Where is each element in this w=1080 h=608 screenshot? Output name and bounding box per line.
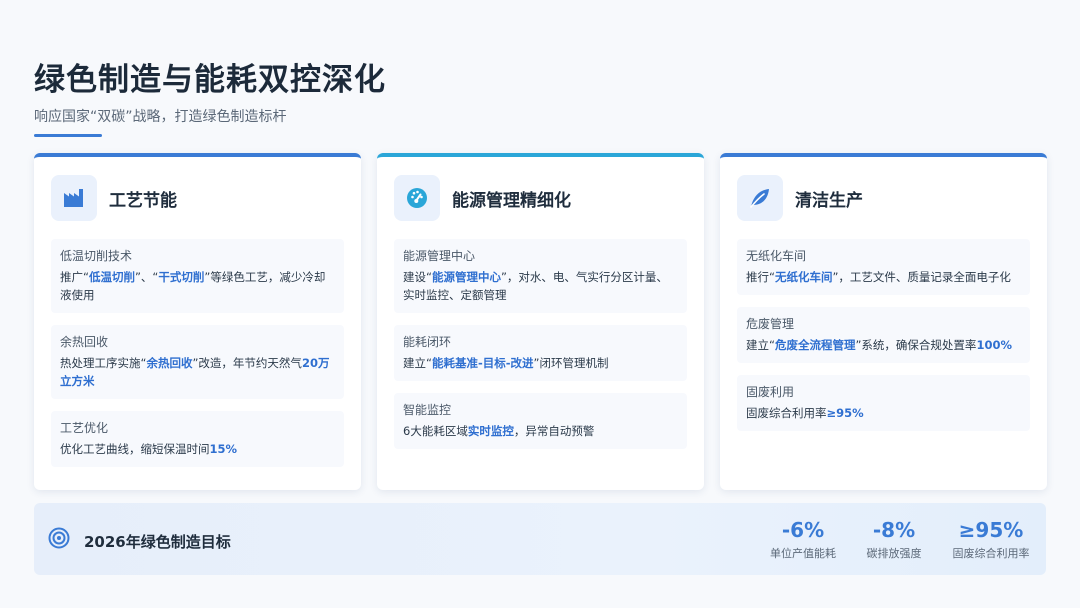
item-desc: 建设“能源管理中心”，对水、电、气实行分区计量、实时监控、定额管理 <box>403 268 678 304</box>
list-item: 能耗闭环 建立“能耗基准-目标-改进”闭环管理机制 <box>394 325 687 381</box>
text-segment: ，异常自动预警 <box>513 424 595 438</box>
metric-label: 单位产值能耗 <box>770 547 836 560</box>
text-segment: ”，工艺文件、质量记录全面电子化 <box>832 270 1011 284</box>
card-energy-management: 能源管理精细化 能源管理中心 建设“能源管理中心”，对水、电、气实行分区计量、实… <box>377 153 704 490</box>
list-item: 无纸化车间 推行“无纸化车间”，工艺文件、质量记录全面电子化 <box>737 239 1030 295</box>
item-desc: 热处理工序实施“余热回收”改造，年节约天然气20万立方米 <box>60 354 335 390</box>
factory-icon <box>51 175 97 221</box>
item-label: 无纸化车间 <box>746 249 807 263</box>
metric-label: 固废综合利用率 <box>952 547 1030 560</box>
metric-value: -6% <box>781 518 825 542</box>
highlight-text: 15% <box>209 442 238 456</box>
metric-label: 碳排放强度 <box>866 547 922 560</box>
text-segment: ”、“ <box>134 270 159 284</box>
item-label: 余热回收 <box>60 335 109 349</box>
highlight-text: 干式切削 <box>158 270 205 284</box>
list-item: 固废利用 固废综合利用率≥95% <box>737 375 1030 431</box>
list-item: 能源管理中心 建设“能源管理中心”，对水、电、气实行分区计量、实时监控、定额管理 <box>394 239 687 313</box>
item-label: 能耗闭环 <box>403 335 452 349</box>
metric-value: ≥95% <box>958 518 1024 542</box>
highlight-text: 余热回收 <box>146 356 193 370</box>
list-item: 危废管理 建立“危废全流程管理”系统，确保合规处置率100% <box>737 307 1030 363</box>
list-item: 余热回收 热处理工序实施“余热回收”改造，年节约天然气20万立方米 <box>51 325 344 399</box>
text-segment: ”闭环管理机制 <box>533 356 609 370</box>
title-underline <box>34 134 102 137</box>
page-title: 绿色制造与能耗双控深化 <box>34 62 386 98</box>
item-label: 固废利用 <box>746 385 795 399</box>
item-label: 工艺优化 <box>60 421 109 435</box>
highlight-text: 100% <box>976 338 1012 352</box>
card-header: 清洁生产 <box>737 175 863 221</box>
highlight-text: 实时监控 <box>467 424 514 438</box>
text-segment: 固废综合利用率 <box>746 406 827 420</box>
metric-solid-waste: ≥95% 固废综合利用率 <box>946 518 1036 561</box>
item-label: 低温切削技术 <box>60 249 133 263</box>
highlight-text: ≥95% <box>826 406 864 420</box>
card-header: 工艺节能 <box>51 175 177 221</box>
list-item: 智能监控 6大能耗区域实时监控，异常自动预警 <box>394 393 687 449</box>
item-desc: 6大能耗区域实时监控，异常自动预警 <box>403 422 678 440</box>
item-label: 危废管理 <box>746 317 795 331</box>
metric-value: -8% <box>872 518 916 542</box>
list-item: 工艺优化 优化工艺曲线，缩短保温时间15% <box>51 411 344 467</box>
text-segment: 建立“ <box>746 338 775 352</box>
page-subtitle: 响应国家“双碳”战略，打造绿色制造标杆 <box>34 109 287 125</box>
text-segment: ”系统，确保合规处置率 <box>855 338 977 352</box>
goal-banner: 2026年绿色制造目标 -6% 单位产值能耗 -8% 碳排放强度 ≥95% 固废… <box>34 503 1046 575</box>
item-label: 能源管理中心 <box>403 249 476 263</box>
highlight-text: 无纸化车间 <box>774 270 833 284</box>
item-desc: 推行“无纸化车间”，工艺文件、质量记录全面电子化 <box>746 268 1021 286</box>
gauge-icon <box>394 175 440 221</box>
card-process-energy-saving: 工艺节能 低温切削技术 推广“低温切削”、“干式切削”等绿色工艺，减少冷却液使用… <box>34 153 361 490</box>
item-desc: 固废综合利用率≥95% <box>746 404 1021 422</box>
highlight-text: 低温切削 <box>88 270 135 284</box>
card-title: 清洁生产 <box>795 190 863 211</box>
item-desc: 推广“低温切削”、“干式切削”等绿色工艺，减少冷却液使用 <box>60 268 335 304</box>
text-segment: 优化工艺曲线，缩短保温时间 <box>60 442 210 456</box>
text-segment: 建立“ <box>403 356 432 370</box>
card-header: 能源管理精细化 <box>394 175 571 221</box>
text-segment: 6大能耗区域 <box>403 424 468 438</box>
goal-title: 2026年绿色制造目标 <box>84 533 231 551</box>
highlight-text: 危废全流程管理 <box>774 338 856 352</box>
text-segment: 推行“ <box>746 270 775 284</box>
target-icon <box>48 527 70 553</box>
item-label: 智能监控 <box>403 403 452 417</box>
leaf-icon <box>737 175 783 221</box>
metric-energy: -6% 单位产值能耗 <box>764 518 842 561</box>
highlight-text: 能耗基准-目标-改进 <box>431 356 534 370</box>
text-segment: 热处理工序实施“ <box>60 356 147 370</box>
text-segment: 推广“ <box>60 270 89 284</box>
metric-carbon: -8% 碳排放强度 <box>855 518 933 561</box>
card-clean-production: 清洁生产 无纸化车间 推行“无纸化车间”，工艺文件、质量记录全面电子化 危废管理… <box>720 153 1047 490</box>
item-desc: 建立“能耗基准-目标-改进”闭环管理机制 <box>403 354 678 372</box>
list-item: 低温切削技术 推广“低温切削”、“干式切削”等绿色工艺，减少冷却液使用 <box>51 239 344 313</box>
text-segment: ”改造，年节约天然气 <box>192 356 302 370</box>
item-desc: 优化工艺曲线，缩短保温时间15% <box>60 440 335 458</box>
highlight-text: 能源管理中心 <box>431 270 501 284</box>
item-desc: 建立“危废全流程管理”系统，确保合规处置率100% <box>746 336 1021 354</box>
text-segment: 建设“ <box>403 270 432 284</box>
card-title: 能源管理精细化 <box>452 190 571 211</box>
card-title: 工艺节能 <box>109 190 177 211</box>
